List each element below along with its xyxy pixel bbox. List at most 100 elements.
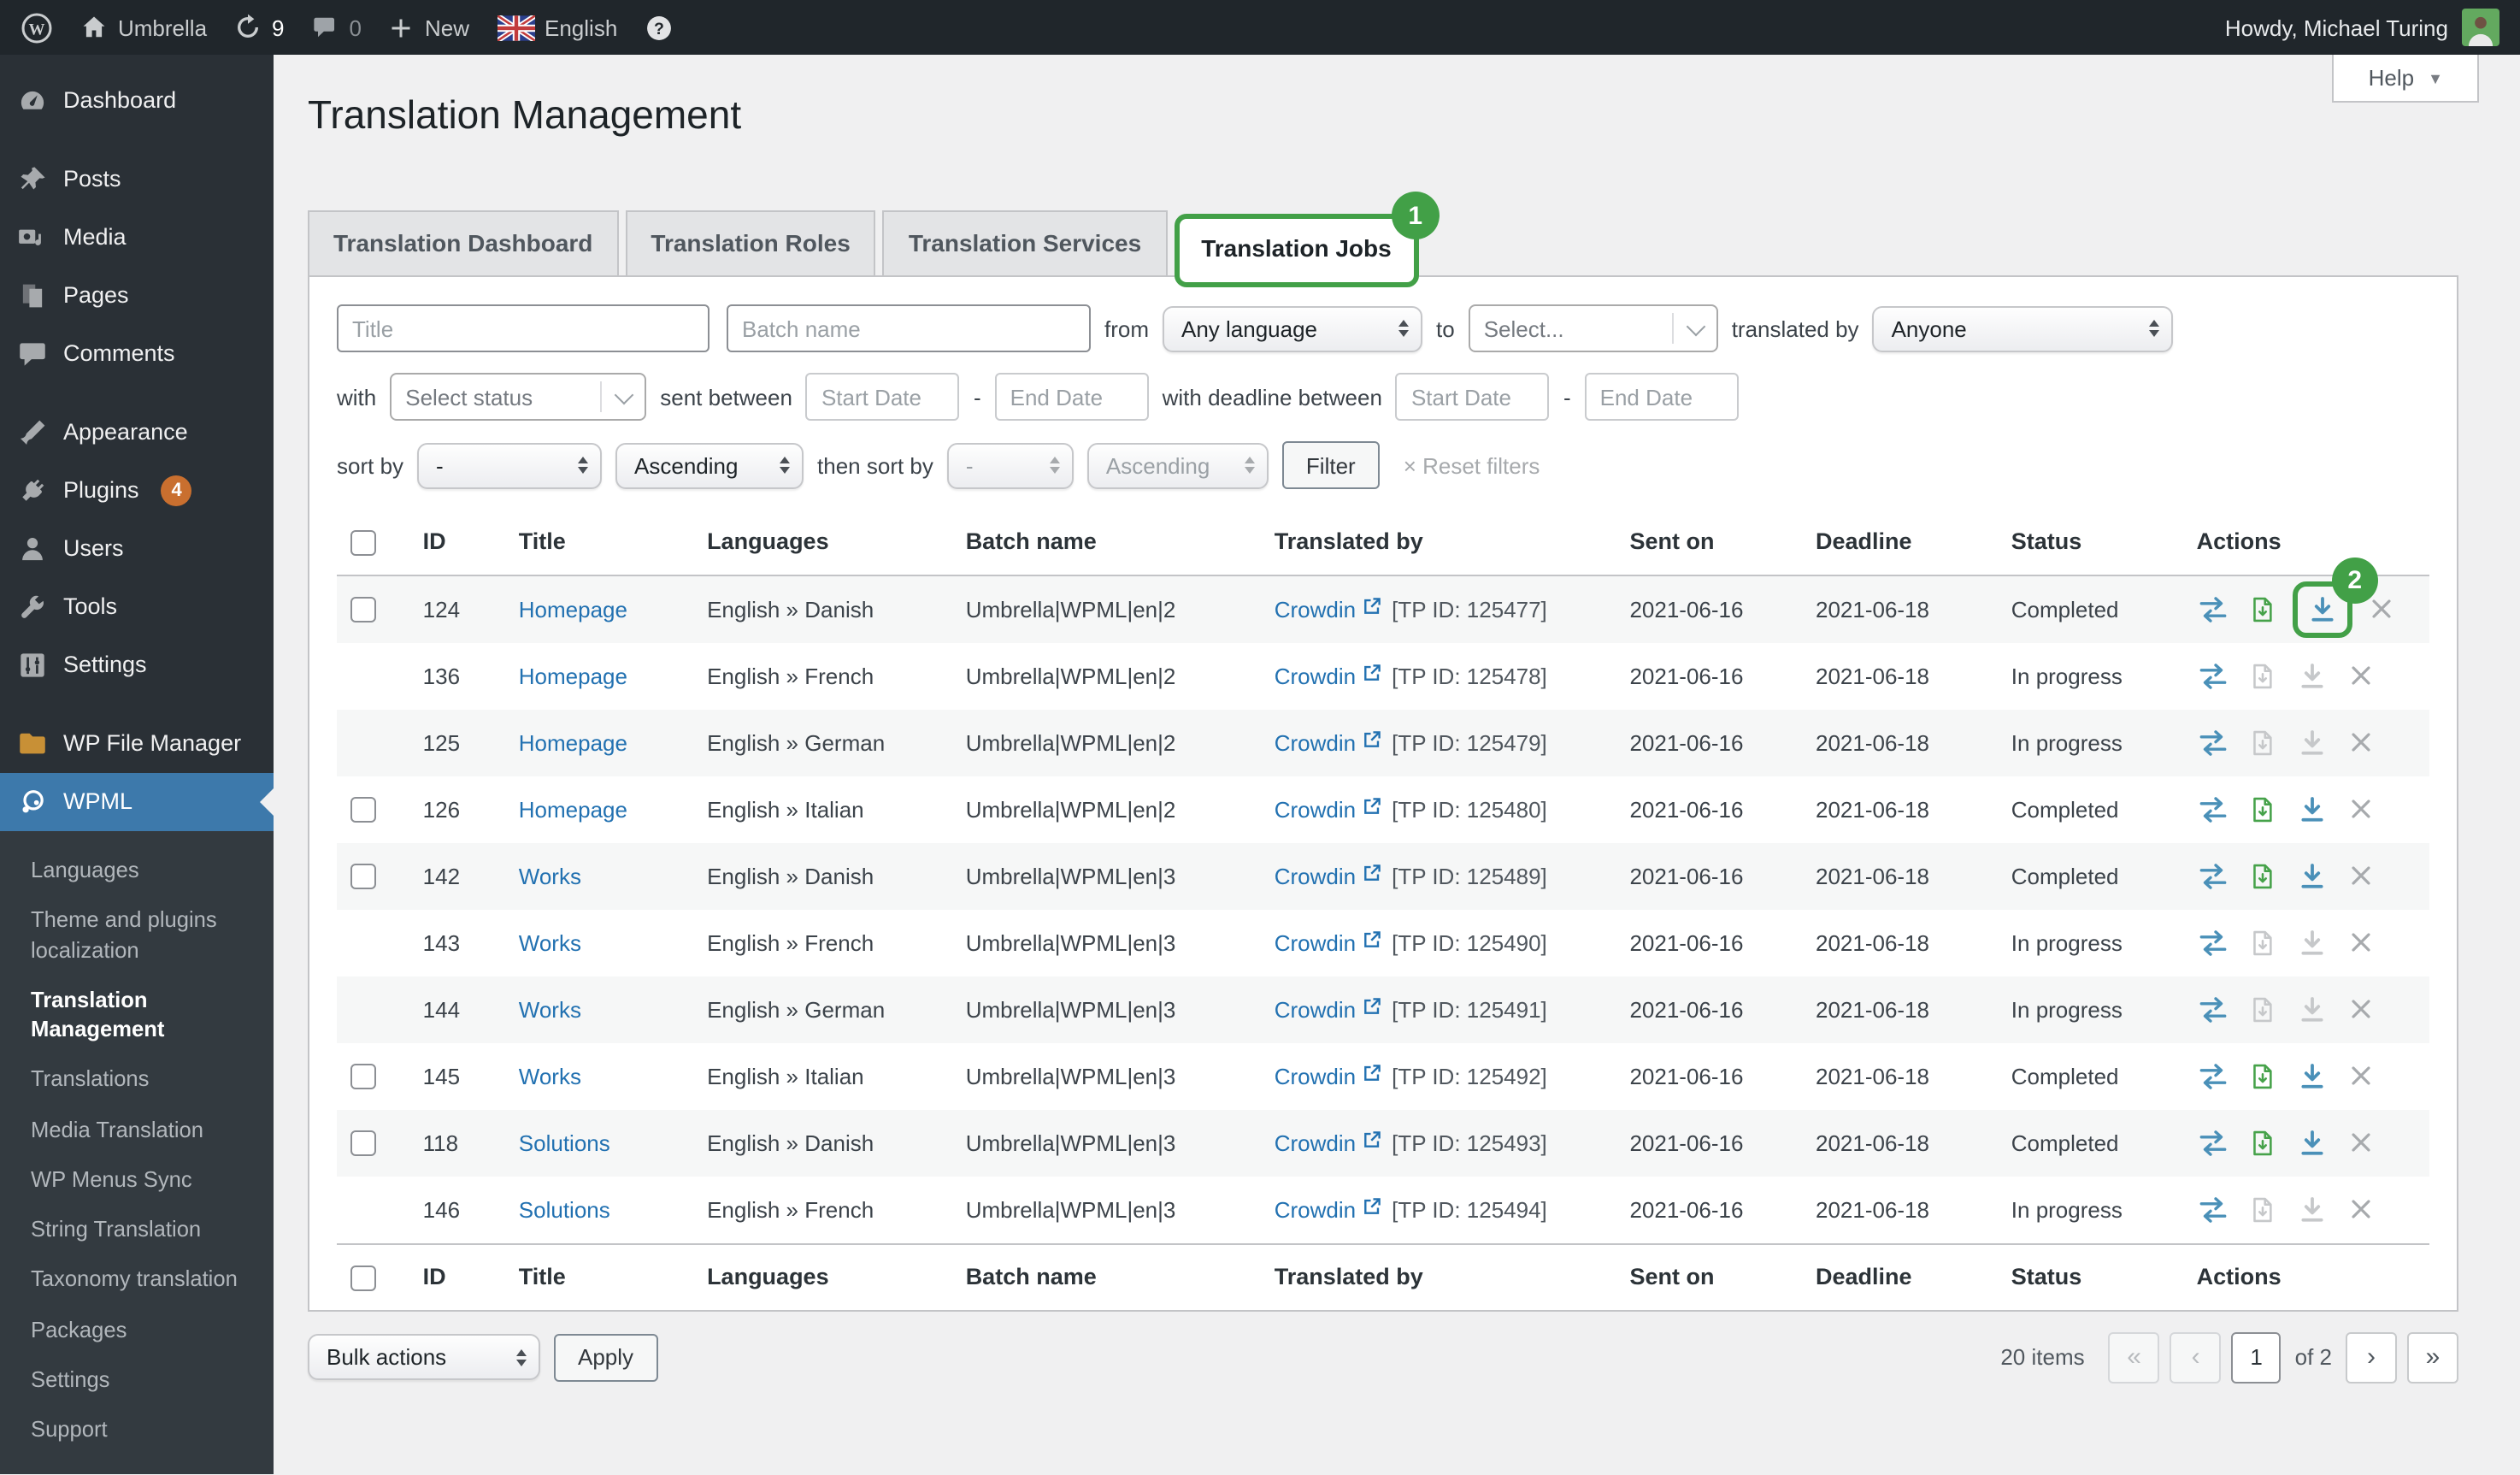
submenu-item-settings[interactable]: Settings xyxy=(0,1354,274,1405)
sidebar-item-tools[interactable]: Tools xyxy=(0,578,274,636)
download-icon[interactable] xyxy=(2296,660,2329,693)
sidebar-item-wpml[interactable]: WPML xyxy=(0,773,274,831)
wordpress-logo-icon[interactable]: W xyxy=(21,11,53,44)
download-icon[interactable] xyxy=(2296,927,2329,959)
submenu-item-theme-and-plugins-localization[interactable]: Theme and plugins localization xyxy=(0,895,274,975)
document-download-icon[interactable] xyxy=(2248,662,2277,691)
status-select[interactable]: Select status xyxy=(390,373,646,421)
translator-link[interactable]: Crowdin xyxy=(1275,731,1356,757)
translator-link[interactable]: Crowdin xyxy=(1275,598,1356,623)
title-filter-input[interactable] xyxy=(337,304,709,352)
then-sort-order-select[interactable]: Ascending xyxy=(1087,442,1269,488)
apply-button[interactable]: Apply xyxy=(554,1334,657,1382)
translator-link[interactable]: Crowdin xyxy=(1275,664,1356,690)
cancel-x-icon[interactable] xyxy=(2368,596,2395,623)
row-checkbox[interactable] xyxy=(350,798,376,823)
job-title-link[interactable]: Works xyxy=(519,1064,581,1089)
cancel-x-icon[interactable] xyxy=(2347,929,2375,957)
row-checkbox[interactable] xyxy=(350,864,376,890)
site-home-item[interactable]: Umbrella xyxy=(80,14,207,41)
job-title-link[interactable]: Works xyxy=(519,997,581,1023)
download-icon[interactable] xyxy=(2296,1060,2329,1093)
cancel-x-icon[interactable] xyxy=(2347,996,2375,1024)
help-circle-icon[interactable]: ? xyxy=(645,13,674,42)
exchange-icon[interactable] xyxy=(2197,1194,2229,1226)
howdy-text[interactable]: Howdy, Michael Turing xyxy=(2225,15,2448,40)
download-icon[interactable] xyxy=(2296,1194,2329,1226)
row-checkbox[interactable] xyxy=(350,1065,376,1090)
sort-by-select[interactable]: - xyxy=(417,442,602,488)
sent-end-date-input[interactable] xyxy=(995,373,1149,421)
translator-link[interactable]: Crowdin xyxy=(1275,1131,1356,1157)
cancel-x-icon[interactable] xyxy=(2347,1063,2375,1090)
cancel-x-icon[interactable] xyxy=(2347,1130,2375,1157)
submenu-item-languages[interactable]: Languages xyxy=(0,845,274,895)
job-title-link[interactable]: Works xyxy=(519,930,581,956)
exchange-icon[interactable] xyxy=(2197,593,2229,626)
download-icon[interactable] xyxy=(2306,593,2339,626)
row-checkbox[interactable] xyxy=(350,1131,376,1157)
download-icon[interactable] xyxy=(2296,1127,2329,1159)
batch-name-filter-input[interactable] xyxy=(727,304,1091,352)
tab-translation-roles[interactable]: Translation Roles xyxy=(625,210,875,275)
sent-start-date-input[interactable] xyxy=(806,373,960,421)
job-title-link[interactable]: Solutions xyxy=(519,1197,610,1223)
document-download-icon[interactable] xyxy=(2248,995,2277,1024)
submenu-item-support[interactable]: Support xyxy=(0,1404,274,1454)
document-download-icon[interactable] xyxy=(2248,1129,2277,1158)
bulk-actions-select[interactable]: Bulk actions xyxy=(308,1335,540,1381)
new-item[interactable]: New xyxy=(389,15,469,40)
avatar[interactable] xyxy=(2462,9,2499,46)
sidebar-item-posts[interactable]: Posts xyxy=(0,150,274,209)
job-title-link[interactable]: Homepage xyxy=(519,597,627,622)
sidebar-item-dashboard[interactable]: Dashboard xyxy=(0,72,274,130)
cancel-x-icon[interactable] xyxy=(2347,729,2375,757)
document-download-icon[interactable] xyxy=(2248,595,2277,624)
then-sort-by-select[interactable]: - xyxy=(947,442,1074,488)
document-download-icon[interactable] xyxy=(2248,1195,2277,1224)
sort-order-select[interactable]: Ascending xyxy=(615,442,804,488)
select-all-checkbox[interactable] xyxy=(350,530,376,556)
tab-translation-services[interactable]: Translation Services xyxy=(883,210,1167,275)
language-switcher[interactable]: English xyxy=(497,15,617,40)
job-title-link[interactable]: Homepage xyxy=(519,797,627,823)
document-download-icon[interactable] xyxy=(2248,862,2277,891)
translator-link[interactable]: Crowdin xyxy=(1275,1198,1356,1224)
download-icon[interactable] xyxy=(2296,794,2329,826)
row-checkbox[interactable] xyxy=(350,598,376,623)
cancel-x-icon[interactable] xyxy=(2347,863,2375,890)
download-icon[interactable] xyxy=(2296,994,2329,1026)
translator-link[interactable]: Crowdin xyxy=(1275,1065,1356,1090)
sidebar-item-wp-file-manager[interactable]: WP File Manager xyxy=(0,715,274,773)
download-icon[interactable] xyxy=(2296,727,2329,759)
exchange-icon[interactable] xyxy=(2197,660,2229,693)
document-download-icon[interactable] xyxy=(2248,795,2277,824)
updates-item[interactable]: 9 xyxy=(234,14,284,41)
job-title-link[interactable]: Homepage xyxy=(519,730,627,756)
document-download-icon[interactable] xyxy=(2248,729,2277,758)
sidebar-item-appearance[interactable]: Appearance xyxy=(0,404,274,462)
sidebar-item-media[interactable]: Media xyxy=(0,209,274,267)
tab-translation-jobs[interactable]: Translation Jobs1 xyxy=(1174,214,1419,287)
reset-filters-link[interactable]: × Reset filters xyxy=(1404,452,1540,478)
submenu-item-taxonomy-translation[interactable]: Taxonomy translation xyxy=(0,1254,274,1305)
first-page-button[interactable]: « xyxy=(2109,1332,2160,1384)
exchange-icon[interactable] xyxy=(2197,794,2229,826)
translator-link[interactable]: Crowdin xyxy=(1275,864,1356,890)
sidebar-item-users[interactable]: Users xyxy=(0,520,274,578)
submenu-item-media-translation[interactable]: Media Translation xyxy=(0,1104,274,1154)
translated-by-select[interactable]: Anyone xyxy=(1873,305,2174,351)
exchange-icon[interactable] xyxy=(2197,994,2229,1026)
job-title-link[interactable]: Solutions xyxy=(519,1130,610,1156)
current-page-input[interactable]: 1 xyxy=(2232,1332,2282,1384)
job-title-link[interactable]: Works xyxy=(519,864,581,889)
document-download-icon[interactable] xyxy=(2248,1062,2277,1091)
document-download-icon[interactable] xyxy=(2248,929,2277,958)
cancel-x-icon[interactable] xyxy=(2347,796,2375,823)
exchange-icon[interactable] xyxy=(2197,1060,2229,1093)
sidebar-item-comments[interactable]: Comments xyxy=(0,325,274,383)
job-title-link[interactable]: Homepage xyxy=(519,664,627,689)
from-language-select[interactable]: Any language xyxy=(1163,305,1422,351)
exchange-icon[interactable] xyxy=(2197,1127,2229,1159)
translator-link[interactable]: Crowdin xyxy=(1275,798,1356,823)
